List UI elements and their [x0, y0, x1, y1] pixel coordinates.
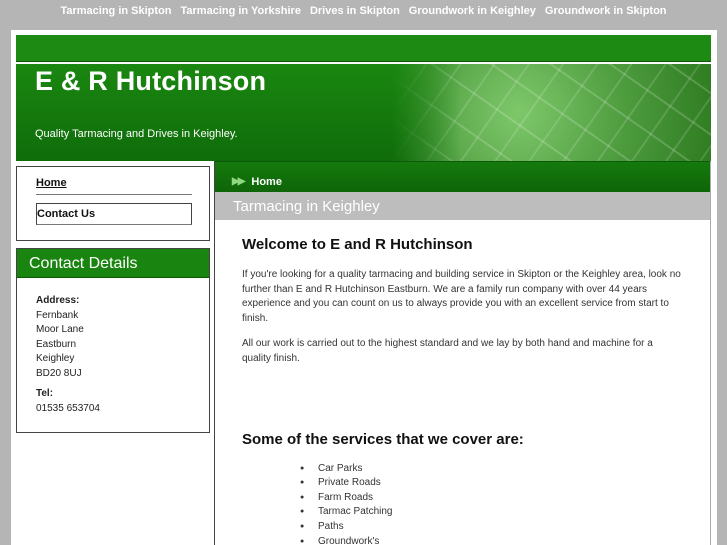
breadcrumb-home-link[interactable]: Home: [251, 176, 282, 188]
main-content: Welcome to E and R Hutchinson If you're …: [215, 236, 710, 545]
header-banner: E & R Hutchinson Quality Tarmacing and D…: [16, 64, 711, 161]
service-item: Private Roads: [300, 476, 710, 491]
services-list: Car Parks Private Roads Farm Roads Tarma…: [300, 462, 710, 545]
section-title-bar: Tarmacing in Keighley: [215, 192, 710, 220]
header-top-bar: [16, 35, 711, 62]
address-line: BD20 8UJ: [36, 367, 82, 379]
sidebar-item-home[interactable]: Home: [36, 173, 192, 195]
top-nav-link-groundwork-keighley[interactable]: Groundwork in Keighley: [409, 5, 536, 17]
service-item: Tarmac Patching: [300, 505, 710, 520]
quality-paragraph: All our work is carried out to the highe…: [242, 338, 653, 364]
sidebar-navigation: Home Contact Us: [16, 166, 210, 241]
main-content-panel: ▶▶ Home Tarmacing in Keighley Welcome to…: [214, 161, 711, 545]
address-line: Keighley: [36, 353, 75, 364]
service-item: Paths: [300, 520, 710, 535]
address-line: Fernbank: [36, 309, 79, 321]
breadcrumb: ▶▶ Home: [215, 161, 710, 192]
telephone-label: Tel:: [36, 388, 54, 399]
contact-details-body: Address: Fernbank Moor Lane Eastburn Kei…: [17, 278, 209, 416]
service-item: Farm Roads: [300, 491, 710, 506]
site-tagline: Quality Tarmacing and Drives in Keighley…: [35, 128, 238, 140]
page-container: E & R Hutchinson Quality Tarmacing and D…: [11, 30, 717, 545]
intro-paragraph: If you're looking for a quality tarmacin…: [242, 269, 681, 324]
contact-details-box: Contact Details Address: Fernbank Moor L…: [16, 248, 210, 433]
address-label: Address:: [36, 295, 80, 306]
top-nav-link-drives-skipton[interactable]: Drives in Skipton: [310, 5, 400, 17]
top-nav-link-groundwork-skipton[interactable]: Groundwork in Skipton: [545, 5, 667, 17]
service-item: Car Parks: [300, 462, 710, 477]
paving-banner-image: [391, 64, 711, 161]
contact-details-heading: Contact Details: [17, 249, 209, 278]
top-nav-link-tarmacing-yorkshire[interactable]: Tarmacing in Yorkshire: [181, 5, 301, 17]
welcome-heading: Welcome to E and R Hutchinson: [242, 236, 473, 253]
address-line: Eastburn: [36, 338, 77, 350]
service-item: Groundwork's: [300, 535, 710, 545]
address-line: Moor Lane: [36, 324, 84, 335]
top-navigation: Tarmacing in Skipton Tarmacing in Yorksh…: [0, 0, 727, 22]
double-chevron-right-icon: ▶▶: [232, 176, 245, 187]
site-title: E & R Hutchinson: [35, 66, 267, 96]
top-nav-link-tarmacing-skipton[interactable]: Tarmacing in Skipton: [60, 5, 171, 17]
telephone-number: 01535 653704: [36, 402, 100, 414]
services-heading: Some of the services that we cover are:: [242, 430, 524, 448]
sidebar-item-contact-us[interactable]: Contact Us: [36, 203, 192, 225]
